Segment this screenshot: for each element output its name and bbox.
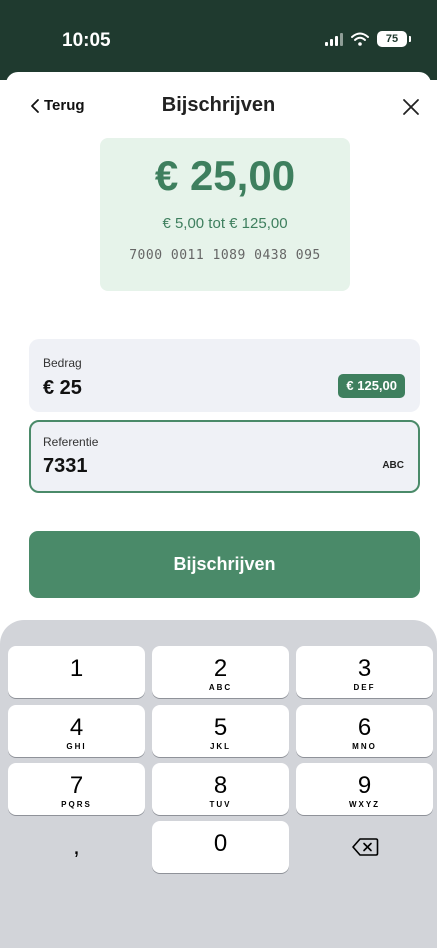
battery-icon: 75 [377,31,411,47]
reference-field-label: Referentie [43,435,99,449]
close-icon[interactable] [400,96,422,118]
max-amount-badge[interactable]: € 125,00 [338,374,405,398]
signal-icon [325,32,343,46]
back-button[interactable]: Terug [30,97,85,114]
key-digit: 7 [69,772,84,799]
chevron-left-icon [31,98,39,113]
key-letters: ABC [208,683,233,692]
key-7[interactable]: 7 PQRS [8,763,145,815]
key-digit: 1 [69,655,84,682]
amount-field[interactable]: Bedrag € 25 € 125,00 [29,339,420,412]
key-0[interactable]: 0 [152,821,289,873]
summary-card: € 25,00 € 5,00 tot € 125,00 7000 0011 10… [100,138,350,291]
key-digit: 5 [213,714,228,741]
status-time: 10:05 [62,30,111,51]
key-digit: 9 [357,772,372,799]
key-8[interactable]: 8 TUV [152,763,289,815]
key-9[interactable]: 9 WXYZ [296,763,433,815]
key-3[interactable]: 3 DEF [296,646,433,698]
key-digit: 3 [357,655,372,682]
key-4[interactable]: 4 GHI [8,705,145,757]
status-icons: 75 [325,31,411,47]
keyboard-type-label: ABC [382,460,404,471]
wifi-icon [351,32,369,46]
key-digit: 4 [69,714,84,741]
summary-amount: € 25,00 [154,152,296,199]
submit-button[interactable]: Bijschrijven [29,531,420,598]
key-1[interactable]: 1 [8,646,145,698]
key-2[interactable]: 2 ABC [152,646,289,698]
key-digit: 2 [213,655,228,682]
amount-field-label: Bedrag [43,356,82,370]
key-digit: 8 [213,772,228,799]
key-comma[interactable]: , [8,821,145,873]
key-delete[interactable] [296,821,433,873]
key-digit: , [73,833,80,860]
amount-field-value[interactable]: € 25 [43,377,82,400]
reference-field[interactable]: Referentie 7331 ABC [29,420,420,493]
key-letters: PQRS [61,800,92,809]
status-bar: 10:05 75 [0,0,437,80]
back-label: Terug [44,97,85,114]
key-letters: TUV [209,800,232,809]
key-letters: DEF [353,683,376,692]
key-letters: GHI [66,742,87,751]
key-digit: 6 [357,714,372,741]
reference-field-value[interactable]: 7331 [43,455,88,478]
key-6[interactable]: 6 MNO [296,705,433,757]
key-5[interactable]: 5 JKL [152,705,289,757]
summary-range: € 5,00 tot € 125,00 [162,215,288,232]
numeric-keypad: 1 2 ABC 3 DEF 4 GHI 5 JKL 6 MNO 7 PQRS 8… [0,620,437,948]
key-digit: 0 [213,830,228,857]
card-number: 7000 0011 1089 0438 095 [129,248,321,263]
key-letters: MNO [352,742,377,751]
key-letters: WXYZ [348,800,381,809]
key-letters: JKL [209,742,232,751]
delete-icon [351,838,378,856]
